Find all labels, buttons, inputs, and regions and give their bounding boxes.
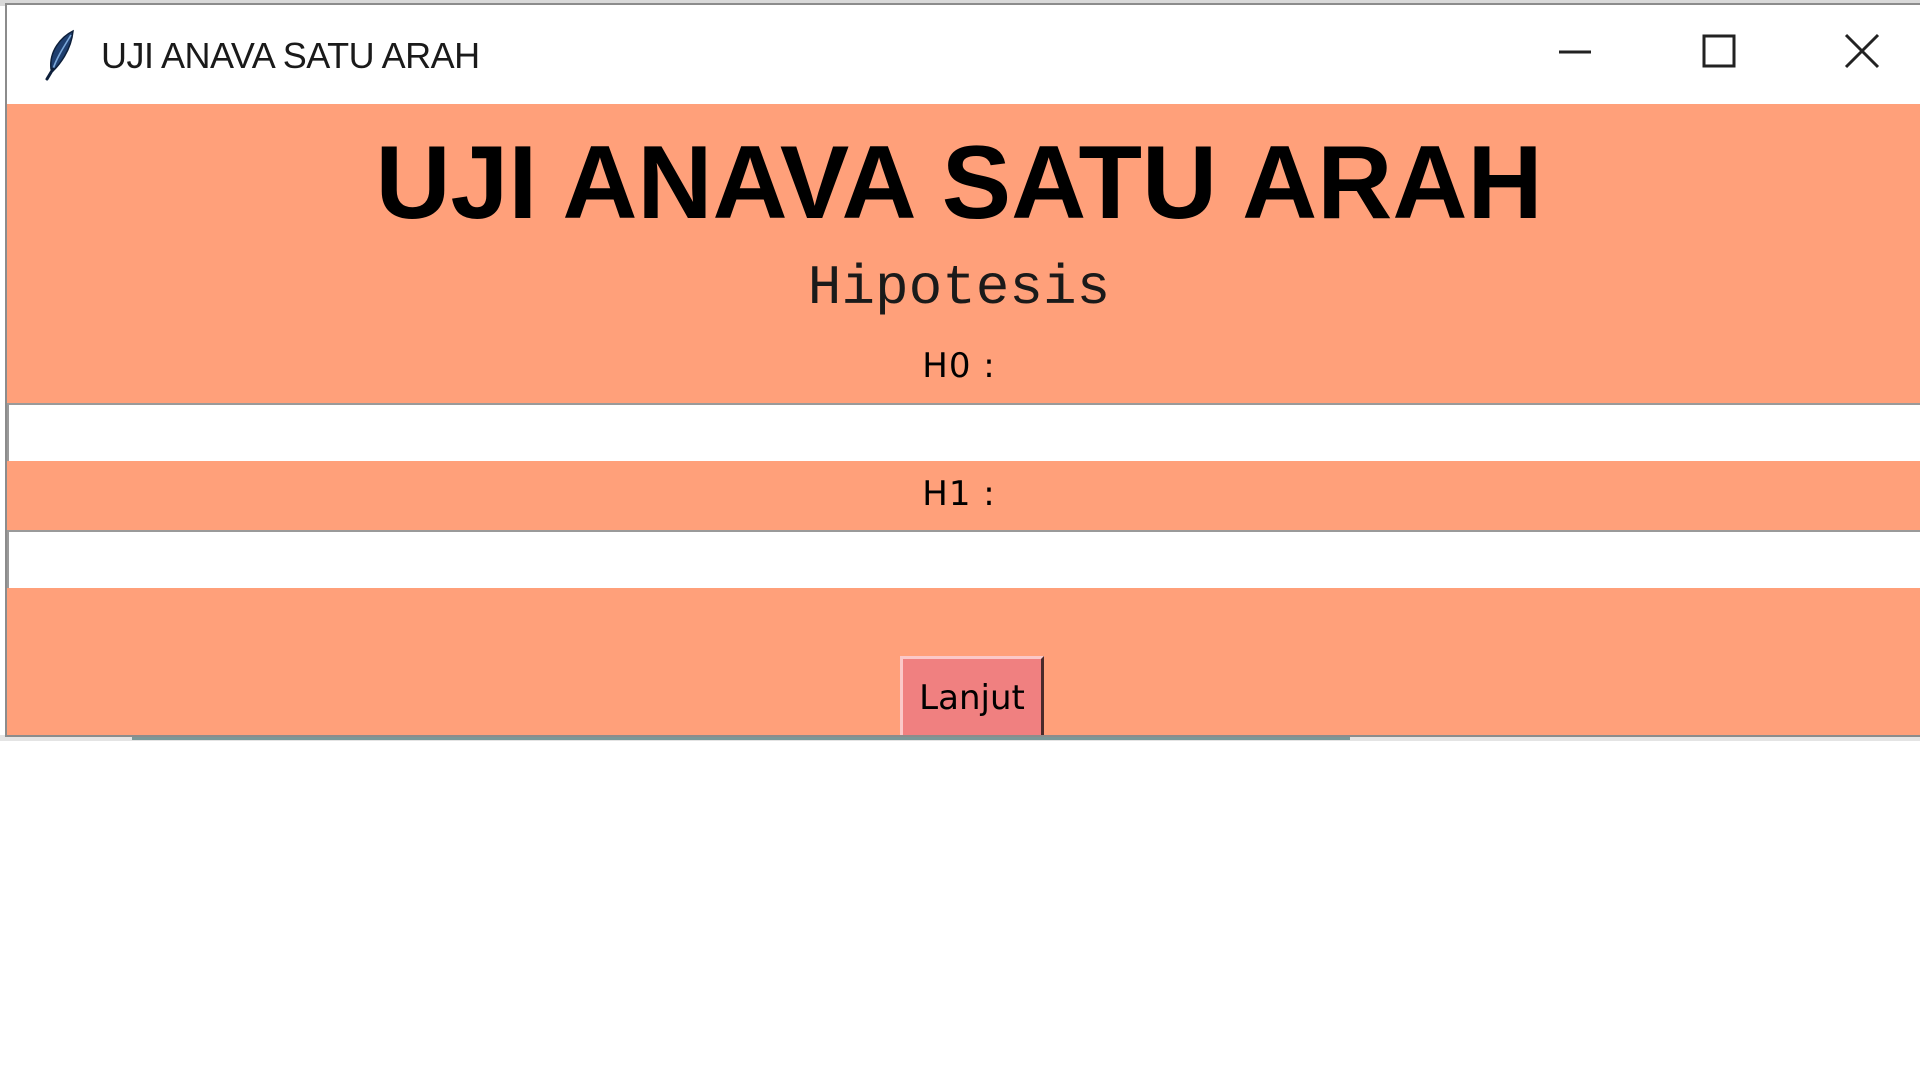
desktop: UJI ANAVA SATU ARAH UJI ANAVA SATU ARAH … xyxy=(0,0,1920,1080)
form-panel: UJI ANAVA SATU ARAH Hipotesis H0 : H1 : … xyxy=(7,104,1920,735)
maximize-icon xyxy=(1701,33,1737,74)
title-bar[interactable]: UJI ANAVA SATU ARAH xyxy=(7,5,1920,104)
h0-input[interactable] xyxy=(7,403,1920,461)
minimize-icon xyxy=(1557,33,1593,74)
window-title: UJI ANAVA SATU ARAH xyxy=(101,35,480,76)
maximize-button[interactable] xyxy=(1679,23,1759,83)
section-subtitle: Hipotesis xyxy=(807,256,1111,320)
h1-input[interactable] xyxy=(7,530,1920,588)
page-title: UJI ANAVA SATU ARAH xyxy=(375,125,1543,241)
close-button[interactable] xyxy=(1822,23,1902,83)
feather-icon xyxy=(41,29,81,81)
close-icon xyxy=(1842,31,1882,76)
next-button[interactable]: Lanjut xyxy=(900,656,1044,735)
app-window: UJI ANAVA SATU ARAH UJI ANAVA SATU ARAH … xyxy=(5,3,1920,737)
h1-label: H1 : xyxy=(922,474,996,514)
h0-label: H0 : xyxy=(922,346,996,386)
minimize-button[interactable] xyxy=(1535,23,1615,83)
